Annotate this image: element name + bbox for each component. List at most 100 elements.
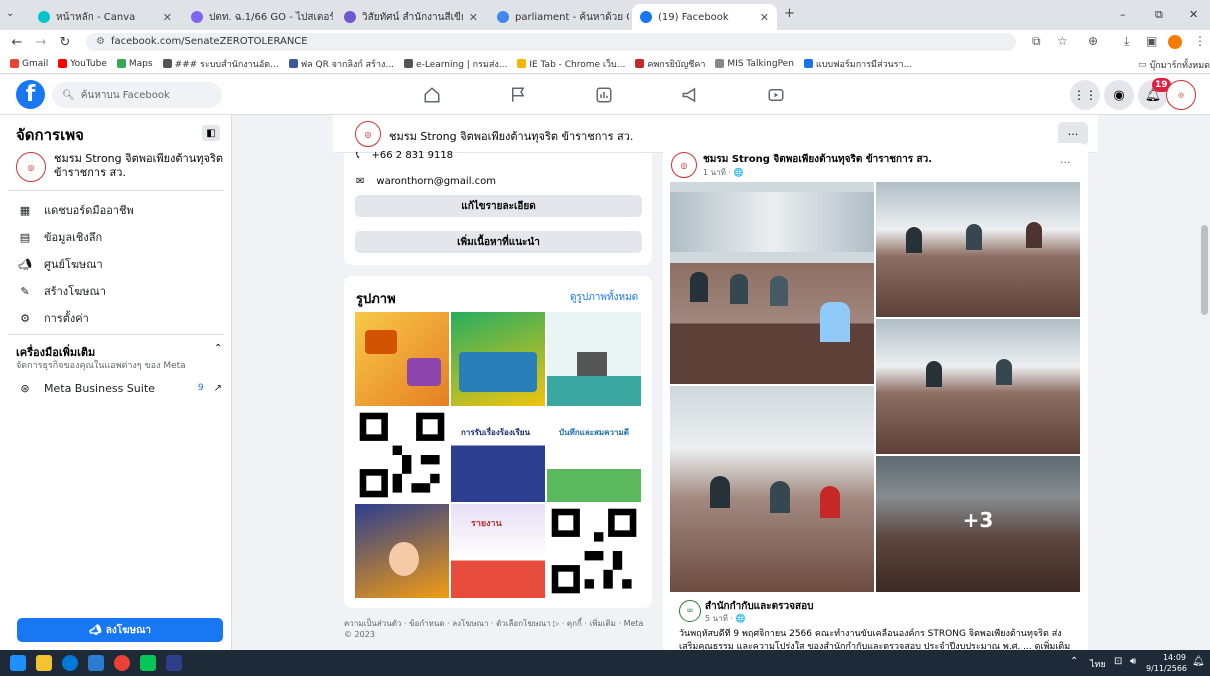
forward-icon[interactable]: →: [32, 35, 50, 50]
back-icon[interactable]: ←: [8, 35, 26, 50]
sidebar-page-name[interactable]: ชมรม Strong จิตพอเพียงต้านทุจริต ข้าราชก…: [54, 152, 224, 180]
close-icon[interactable]: ✕: [760, 11, 769, 24]
network-icon[interactable]: ⊡: [1114, 656, 1122, 667]
post-more-options[interactable]: ···: [1060, 156, 1071, 169]
photo-thumbnail[interactable]: บันทึกและสมความดี: [547, 408, 641, 502]
clock[interactable]: 14:09 9/11/2566: [1146, 652, 1187, 674]
facebook-logo[interactable]: f: [16, 80, 45, 109]
page-avatar[interactable]: ◎: [1166, 80, 1196, 110]
tab-vision[interactable]: วิสัยทัศน์ สำนักงานสีเขียว "มุ่งมั่น ม..…: [336, 4, 486, 30]
insights-chart-icon[interactable]: [592, 83, 616, 107]
search-input[interactable]: 🔍︎ ค้นหาบน Facebook: [52, 82, 222, 108]
post-photo[interactable]: [876, 182, 1080, 317]
photo-thumbnail[interactable]: [355, 504, 449, 598]
chrome-icon[interactable]: [114, 655, 130, 671]
line-icon[interactable]: [140, 655, 156, 671]
file-explorer-icon[interactable]: [36, 655, 52, 671]
qr-code-thumbnail[interactable]: [355, 408, 449, 502]
see-all-photos-link[interactable]: ดูรูปภาพทั้งหมด: [570, 290, 638, 305]
url-input[interactable]: ⚙ facebook.com/SenateZEROTOLERANCE: [86, 33, 1016, 51]
page-avatar[interactable]: ◎: [16, 152, 46, 182]
add-featured-button[interactable]: เพิ่มเนื้อหาที่แนะนำ: [355, 231, 642, 253]
meta-business-suite-link[interactable]: ⊛ Meta Business Suite 9 ↗: [16, 379, 222, 397]
minimize-button[interactable]: –: [1120, 8, 1126, 21]
sidebar-item-ad-center[interactable]: 📣︎ ศูนย์โฆษณา: [16, 255, 103, 273]
edit-details-button[interactable]: แก้ไขรายละเอียด: [355, 195, 642, 217]
bookmark-maps[interactable]: Maps: [116, 59, 153, 69]
photo-thumbnail[interactable]: [547, 312, 641, 406]
photo-thumbnail[interactable]: [451, 312, 545, 406]
page-scrollbar[interactable]: [1198, 115, 1210, 650]
sidebar-item-dashboard[interactable]: ▦ แดชบอร์ดมืออาชีพ: [16, 201, 134, 219]
sidepanel-icon[interactable]: ▣: [1146, 34, 1157, 48]
close-icon[interactable]: ✕: [163, 11, 172, 24]
tab-search-icon[interactable]: ⌄: [6, 8, 14, 19]
megaphone-icon[interactable]: [678, 83, 702, 107]
edge-icon[interactable]: [62, 655, 78, 671]
tab-facebook[interactable]: (19) Facebook ✕: [632, 4, 777, 30]
footer-links[interactable]: ความเป็นส่วนตัว · ข้อกำหนด · ลงโฆษณา · ต…: [344, 618, 652, 640]
bookmark-form[interactable]: แบบฟอร์มการมีส่วนรา...: [803, 57, 912, 71]
menu-grid-icon[interactable]: ⋮⋮: [1070, 80, 1100, 110]
chevron-up-icon[interactable]: ⌃: [214, 343, 222, 354]
sidebar-item-insights[interactable]: ▤ ข้อมูลเชิงลึก: [16, 228, 102, 246]
bookmark-list[interactable]: คพกรยิบัญชีคา: [635, 57, 705, 71]
video-icon[interactable]: [764, 83, 788, 107]
promote-button[interactable]: 📣︎ ลงโฆษณา: [17, 618, 223, 642]
photo-thumbnail[interactable]: การรับเรื่องร้องเรียน: [451, 408, 545, 502]
profile-avatar[interactable]: [1168, 35, 1182, 49]
page-avatar[interactable]: ◎: [355, 121, 381, 147]
promote-label: ลงโฆษณา: [105, 624, 151, 636]
menu-icon[interactable]: ⋮: [1194, 34, 1206, 48]
home-icon[interactable]: [420, 83, 444, 107]
bookmark-label: YouTube: [70, 58, 107, 69]
scrollbar-thumb[interactable]: [1201, 225, 1208, 315]
tab-canva[interactable]: หน้าหลัก - Canva ✕: [30, 4, 180, 30]
collapse-sidebar-icon[interactable]: ◧: [202, 125, 220, 141]
bookmark-qr[interactable]: ฟล QR จากลิงก์ สร้าง...: [288, 57, 394, 71]
volume-icon[interactable]: 🔊︎: [1130, 656, 1136, 667]
post-photo[interactable]: [670, 182, 874, 384]
bookmark-office[interactable]: ### ระบบสำนักงานอัต...: [162, 57, 279, 71]
bookmark-youtube[interactable]: YouTube: [58, 59, 107, 69]
bookmark-ietab[interactable]: IE Tab - Chrome เว็บ...: [517, 57, 625, 71]
messenger-icon[interactable]: ◉: [1104, 80, 1134, 110]
bookmark-mis[interactable]: MIS TalkingPen: [715, 59, 794, 69]
all-bookmarks[interactable]: ▭ บุ๊กมาร์กทั้งหมด: [1138, 58, 1210, 72]
extensions-icon[interactable]: ⊕: [1088, 34, 1098, 48]
post-author-avatar[interactable]: ◎: [671, 152, 697, 178]
word-icon[interactable]: [88, 655, 104, 671]
post-photo[interactable]: [876, 319, 1080, 454]
bookmark-gmail[interactable]: Gmail: [10, 59, 48, 69]
sidebar-item-settings[interactable]: ⚙ การตั้งค่า: [16, 309, 89, 327]
thumbnail-caption: รายงาน: [471, 519, 502, 529]
post-author-name[interactable]: ชมรม Strong จิตพอเพียงต้านทุจริต ข้าราชก…: [703, 152, 932, 167]
page-header-name[interactable]: ชมรม Strong จิตพอเพียงต้านทุจริต ข้าราชก…: [389, 127, 633, 145]
app-icon[interactable]: [166, 655, 182, 671]
qr-code-thumbnail[interactable]: [547, 504, 641, 598]
download-icon[interactable]: ⤓: [1124, 34, 1129, 49]
cast-icon[interactable]: ⧉: [1032, 34, 1041, 49]
shared-page-avatar[interactable]: ∞: [679, 600, 701, 622]
star-icon[interactable]: ☆: [1057, 34, 1068, 48]
photo-thumbnail[interactable]: [355, 312, 449, 406]
post-time[interactable]: 1 นาที · 🌐: [703, 166, 743, 179]
reload-icon[interactable]: ↻: [56, 35, 74, 50]
sidebar-item-create-ad[interactable]: ✎ สร้างโฆษณา: [16, 282, 105, 300]
restore-button[interactable]: ⧉: [1155, 8, 1163, 22]
notification-center-icon[interactable]: 🔔︎: [1192, 656, 1205, 667]
bookmark-elearning[interactable]: e-Learning | กรมส่ง...: [404, 57, 507, 71]
post-photo-more[interactable]: +3: [876, 456, 1080, 592]
close-window-button[interactable]: ✕: [1189, 8, 1198, 21]
post-photo[interactable]: [670, 386, 874, 592]
tab-google[interactable]: parliament - ค้นหาด้วย Google✕: [489, 4, 629, 30]
new-tab-button[interactable]: +: [784, 6, 795, 21]
windows-start-icon[interactable]: [10, 655, 26, 671]
photo-thumbnail[interactable]: รายงาน: [451, 504, 545, 598]
language-indicator[interactable]: ไทย: [1090, 657, 1106, 671]
tab-poster[interactable]: ปตท. ฉ.1/66 GO - ไปสเตอร์✕: [183, 4, 333, 30]
flag-icon[interactable]: [506, 83, 530, 107]
tray-chevron-icon[interactable]: ⌃: [1070, 656, 1078, 667]
close-icon[interactable]: ✕: [469, 11, 478, 24]
site-info-icon[interactable]: ⚙: [96, 36, 105, 47]
